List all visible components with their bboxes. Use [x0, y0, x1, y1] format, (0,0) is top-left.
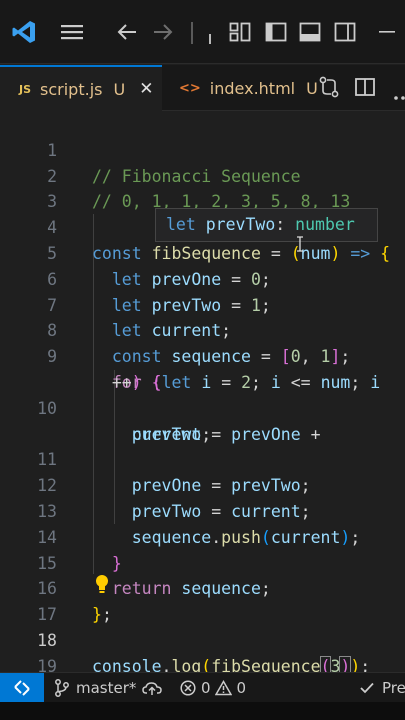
- code-line-8: 8 const sequence = [0, 1];: [0, 293, 405, 366]
- toggle-primary-sidebar-icon[interactable]: [264, 20, 288, 44]
- code-line-11: 11 prevOne = prevTwo;: [0, 422, 405, 495]
- code-line-13: 13 sequence.push(current);: [0, 473, 405, 547]
- code-editor[interactable]: 1 // Fibonacci Sequence 2 // 0, 1, 1, 2,…: [0, 112, 405, 677]
- code-line-2: 2 // 0, 1, 1, 2, 3, 5, 8, 13: [0, 138, 405, 212]
- branch-name: master*: [76, 679, 137, 697]
- code-line-3: 3: [0, 164, 405, 211]
- split-editor-icon[interactable]: [355, 78, 375, 96]
- tab-script-js[interactable]: JS script.js U ✕: [0, 65, 162, 111]
- lightbulb-icon[interactable]: [94, 574, 110, 594]
- code-line-10-wrap: prevTwo;: [131, 424, 212, 444]
- code-line-6: 6 let prevTwo = 1;: [0, 241, 405, 315]
- title-separator: [191, 22, 193, 44]
- code-line-9: 9 for (let i = 2; i <= num; i: [0, 318, 405, 392]
- code-line-17: 17: [0, 576, 405, 624]
- warning-count: 0: [236, 679, 247, 697]
- code-line-7: 7 let current;: [0, 267, 405, 341]
- code-line-15: 15 return sequence;: [0, 525, 405, 599]
- untracked-badge: U: [306, 78, 318, 98]
- tab-label: script.js: [40, 79, 103, 99]
- code-line-18: 18 console.log(fibSequence(3));: [0, 602, 405, 677]
- open-changes-icon[interactable]: [318, 76, 340, 98]
- status-bar: master* 0 0 Pre: [0, 672, 405, 703]
- prettier-status[interactable]: Pre: [360, 673, 405, 703]
- tab-index-html[interactable]: <> index.html U: [163, 65, 318, 111]
- tooltip-type: number: [295, 215, 355, 234]
- warning-icon: [214, 680, 232, 696]
- back-arrow-icon[interactable]: [114, 20, 140, 44]
- html-file-icon: <>: [179, 80, 201, 96]
- search-box-edge[interactable]: [209, 34, 211, 44]
- error-count: 0: [201, 679, 211, 697]
- text-cursor-icon: [295, 236, 305, 252]
- untracked-badge: U: [113, 79, 126, 99]
- branch-indicator[interactable]: master*: [54, 673, 136, 703]
- tab-label: index.html: [209, 78, 296, 98]
- vscode-logo-icon: [10, 20, 38, 44]
- code-line-10: 10 current = prevOne +: [0, 370, 405, 444]
- code-line-1: 1 // Fibonacci Sequence: [0, 112, 405, 186]
- prettier-label: Pre: [382, 679, 405, 697]
- remote-indicator-button[interactable]: [0, 673, 44, 703]
- minimize-window-icon[interactable]: [377, 20, 397, 44]
- toggle-panel-icon[interactable]: [298, 20, 322, 44]
- code-line-16: 16 };: [0, 551, 405, 624]
- error-icon: [180, 680, 196, 696]
- git-branch-icon: [55, 679, 69, 697]
- close-tab-icon[interactable]: ✕: [139, 79, 153, 99]
- editor-tab-bar: JS script.js U ✕ <> index.html U: [0, 65, 405, 111]
- forward-arrow-icon[interactable]: [150, 20, 176, 44]
- check-icon: [360, 682, 374, 694]
- code-line-12: 12 prevTwo = current;: [0, 447, 405, 521]
- code-line-19: 19: [0, 628, 405, 676]
- javascript-file-icon: JS: [19, 82, 32, 96]
- problems-indicator[interactable]: 0 0: [180, 673, 246, 703]
- code-line-14: 14 }: [0, 499, 405, 573]
- more-actions-icon[interactable]: [393, 86, 405, 100]
- title-bar: [0, 0, 405, 64]
- tooltip-keyword: let: [166, 215, 196, 234]
- toggle-secondary-sidebar-icon[interactable]: [333, 20, 357, 44]
- bottom-edge: [0, 702, 405, 720]
- hover-tooltip: let prevTwo: number: [155, 208, 378, 242]
- tooltip-name: prevTwo: [205, 215, 276, 234]
- customize-layout-icon[interactable]: [228, 20, 252, 44]
- hamburger-menu-icon[interactable]: [58, 20, 86, 44]
- code-line-9-wrap: ++) {: [111, 372, 162, 392]
- publish-branch-icon[interactable]: [142, 673, 162, 703]
